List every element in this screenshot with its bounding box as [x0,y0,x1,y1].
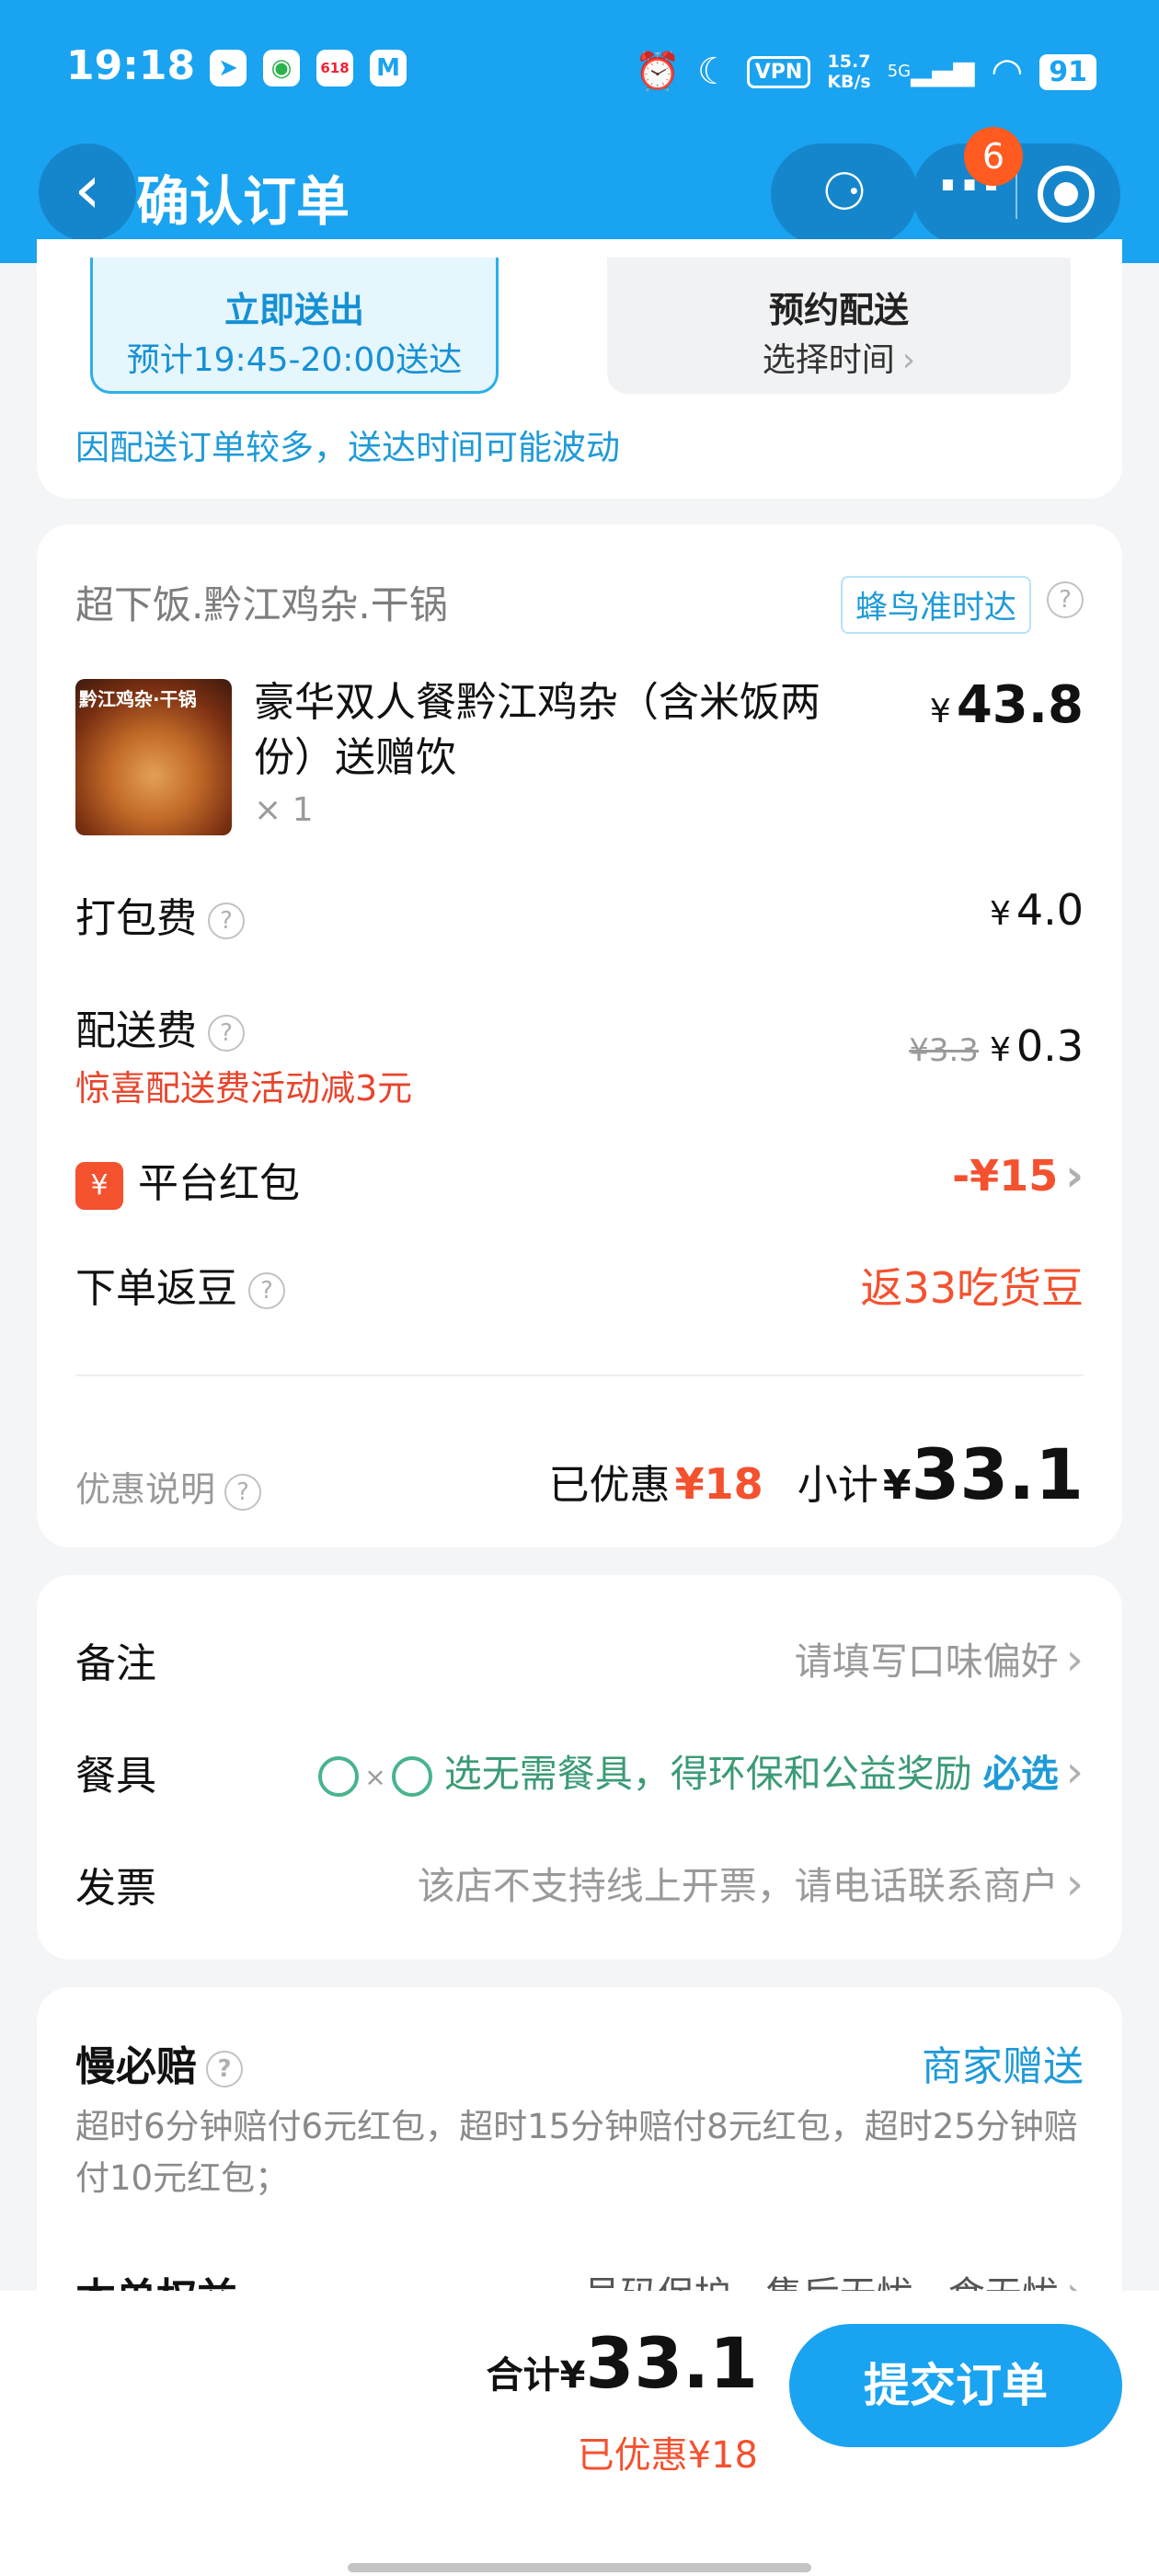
bottom-bar: 合计¥33.1 已优惠¥18 提交订单 [0,2291,1159,2576]
capsule-divider [1016,169,1017,219]
discounted-label: 已优惠 [548,1462,671,1509]
food-image-label: 黔江鸡杂·干锅 [79,688,197,710]
back-button[interactable]: ‹ [39,144,136,241]
discount-explain[interactable]: 优惠说明? [75,1461,262,1512]
chevron-right-icon: › [1065,1150,1084,1202]
food-price: ¥43.8 [929,675,1084,735]
extras-card: 备注 请填写口味偏好 › 餐具 × 选无需餐具，得环保和公益奖励 必选 › 发票 该店… [37,1575,1122,1960]
total-area: 合计¥33.1 [487,2322,758,2404]
status-right: ⏰ ☾ VPN 15.7 KB/s 5G▂▄▆ ◠ 91 [635,44,1096,99]
scan-button[interactable]: ⚆ [771,144,918,245]
remark-field[interactable]: 请填写口味偏好 › [795,1630,1084,1685]
invoice-field[interactable]: 该店不支持线上开票，请电话联系商户 › [418,1855,1084,1910]
shop-name[interactable]: 超下饭.黔江鸡杂.干锅 [75,574,448,630]
beans-label: 下单返豆? [75,1255,285,1314]
subtotal-area: 已优惠 ¥18 小计 ¥33.1 [549,1433,1084,1515]
sprout-icon [391,1756,432,1797]
subtotal-currency: ¥ [882,1462,912,1509]
total-value: 33.1 [585,2322,758,2404]
deliver-now-option[interactable]: 立即送出 预计19:45-20:00送达 [90,258,499,394]
delivery-promo-tip: 惊喜配送费活动减3元 [75,1068,413,1109]
slow-compensation-desc: 超时6分钟赔付6元红包，超时15分钟赔付8元红包，超时25分钟赔付10元红包； [75,2107,1078,2198]
page-title: 确认订单 [136,170,350,233]
delivery-card: 立即送出 预计19:45-20:00送达 预约配送 选择时间 › 因配送订单较多，… [37,239,1122,499]
close-mini-program-button[interactable] [1038,166,1095,223]
deliver-now-eta: 预计19:45-20:00送达 [126,341,463,379]
header-bar: 19:18 ➤ ◉ 618 M ⏰ ☾ VPN 15.7 KB/s 5G▂▄▆ ◠… [0,0,1159,263]
home-indicator[interactable] [348,2563,811,2572]
question-icon[interactable]: ? [208,1015,245,1052]
red-packet-icon: ¥ [75,1162,123,1210]
remark-label: 备注 [75,1640,156,1687]
delivery-fee-value: ¥3.3 ¥0.3 [909,1021,1084,1071]
packing-fee-value: ¥4.0 [989,885,1084,935]
net-speed: 15.7 KB/s [827,52,871,92]
status-bar: 19:18 ➤ ◉ 618 M ⏰ ☾ VPN 15.7 KB/s 5G▂▄▆ ◠… [0,37,1159,103]
tableware-required: 必选 [982,1752,1059,1796]
vpn-icon: VPN [746,55,811,88]
beans-value: 返33吃货豆 [860,1263,1084,1313]
total-label: 合计 [486,2354,560,2397]
delivery-fee-label: 配送费? [75,997,245,1056]
on-time-tag: 蜂鸟准时达 [841,576,1032,634]
mail-icon: M [370,50,407,86]
question-icon[interactable]: ? [1047,581,1084,618]
question-icon[interactable]: ? [248,1272,285,1309]
packing-fee-label: 打包费? [75,885,245,944]
deliver-now-title: 立即送出 [224,290,364,330]
taobao-618-icon: 618 [316,50,353,86]
wechat-icon: ◉ [263,50,300,86]
submit-order-button[interactable]: 提交订单 [789,2324,1122,2447]
discounted-amount: ¥18 [674,1459,763,1509]
tableware-selector[interactable]: × 选无需餐具，得环保和公益奖励 必选 › [318,1742,1084,1798]
total-currency: ¥ [559,2354,586,2397]
scheduled-title: 预约配送 [768,290,909,330]
telegram-icon: ➤ [210,50,247,86]
scan-icon: ⚆ [820,163,868,223]
chevron-right-icon: › [1065,1858,1084,1910]
chevron-right-icon: › [1065,1634,1084,1685]
scheduled-action: 选择时间 › [762,341,916,379]
tableware-text: 选无需餐具，得环保和公益奖励 [443,1752,972,1796]
signal-icon: 5G▂▄▆ [887,55,975,87]
tableware-label: 餐具 [75,1753,156,1800]
chevron-left-icon: ‹ [74,150,101,229]
merchant-gift-label: 商家赠送 [922,2043,1084,2090]
red-packet-row: ¥ 平台红包 [75,1150,300,1210]
question-icon[interactable]: ? [206,2051,243,2087]
order-card: 超下饭.黔江鸡杂.干锅 蜂鸟准时达 ? 黔江鸡杂·干锅 豪华双人餐黔江鸡杂（含米… [37,524,1122,1547]
question-icon[interactable]: ? [208,903,245,939]
total-saved: 已优惠¥18 [577,2434,758,2477]
red-packet-value[interactable]: -¥15 › [952,1150,1084,1202]
wifi-icon: ◠ [991,51,1024,93]
invoice-label: 发票 [75,1865,156,1912]
slow-compensation-title: 慢必赔? [75,2033,243,2092]
subtotal-value: 33.1 [911,1433,1084,1515]
status-time: 19:18 [66,42,196,89]
delay-tip: 因配送订单较多，送达时间可能波动 [75,428,620,467]
subtotal-label: 小计 [797,1462,878,1509]
food-image: 黔江鸡杂·干锅 [75,679,232,835]
alarm-icon: ⏰ [635,51,681,93]
question-icon: ? [224,1473,262,1511]
leaf-icon [318,1756,360,1797]
divider [75,1374,1084,1376]
food-name: 豪华双人餐黔江鸡杂（含米饭两份）送赠饮 [254,679,820,781]
chevron-right-icon: › [901,341,916,379]
chevron-right-icon: › [1065,1746,1084,1798]
notification-badge: 6 [964,127,1023,186]
scheduled-delivery-option[interactable]: 预约配送 选择时间 › [607,258,1071,394]
moon-icon: ☾ [696,51,730,93]
battery-indicator: 91 [1039,53,1096,90]
food-quantity: × 1 [254,791,314,829]
